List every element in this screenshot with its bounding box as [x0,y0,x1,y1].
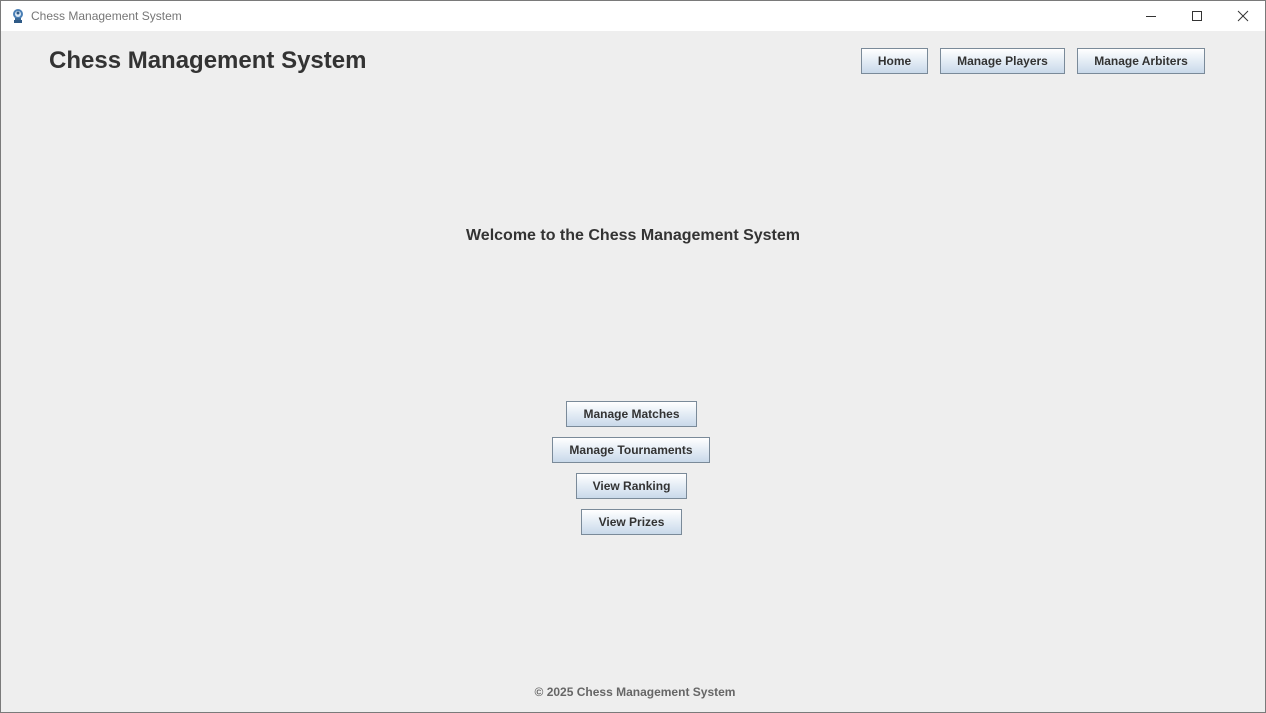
window-title: Chess Management System [31,9,182,23]
chess-app-icon [10,8,26,24]
close-button[interactable] [1220,1,1266,31]
main-content: Chess Management System Home Manage Play… [1,31,1265,712]
view-prizes-button[interactable]: View Prizes [581,509,682,535]
manage-matches-button[interactable]: Manage Matches [566,401,697,427]
footer-copyright: © 2025 Chess Management System [534,685,736,699]
manage-arbiters-button[interactable]: Manage Arbiters [1077,48,1205,74]
maximize-icon [1192,11,1202,21]
page-title: Chess Management System [49,47,367,74]
manage-players-button[interactable]: Manage Players [940,48,1065,74]
view-ranking-button[interactable]: View Ranking [576,473,687,499]
close-icon [1237,10,1249,22]
welcome-message: Welcome to the Chess Management System [465,227,801,244]
minimize-icon [1146,16,1156,17]
home-button[interactable]: Home [861,48,928,74]
title-bar[interactable]: Chess Management System [1,1,1265,31]
maximize-button[interactable] [1174,1,1220,31]
app-window: Chess Management System Chess Management… [0,0,1266,713]
manage-tournaments-button[interactable]: Manage Tournaments [552,437,710,463]
minimize-button[interactable] [1128,1,1174,31]
